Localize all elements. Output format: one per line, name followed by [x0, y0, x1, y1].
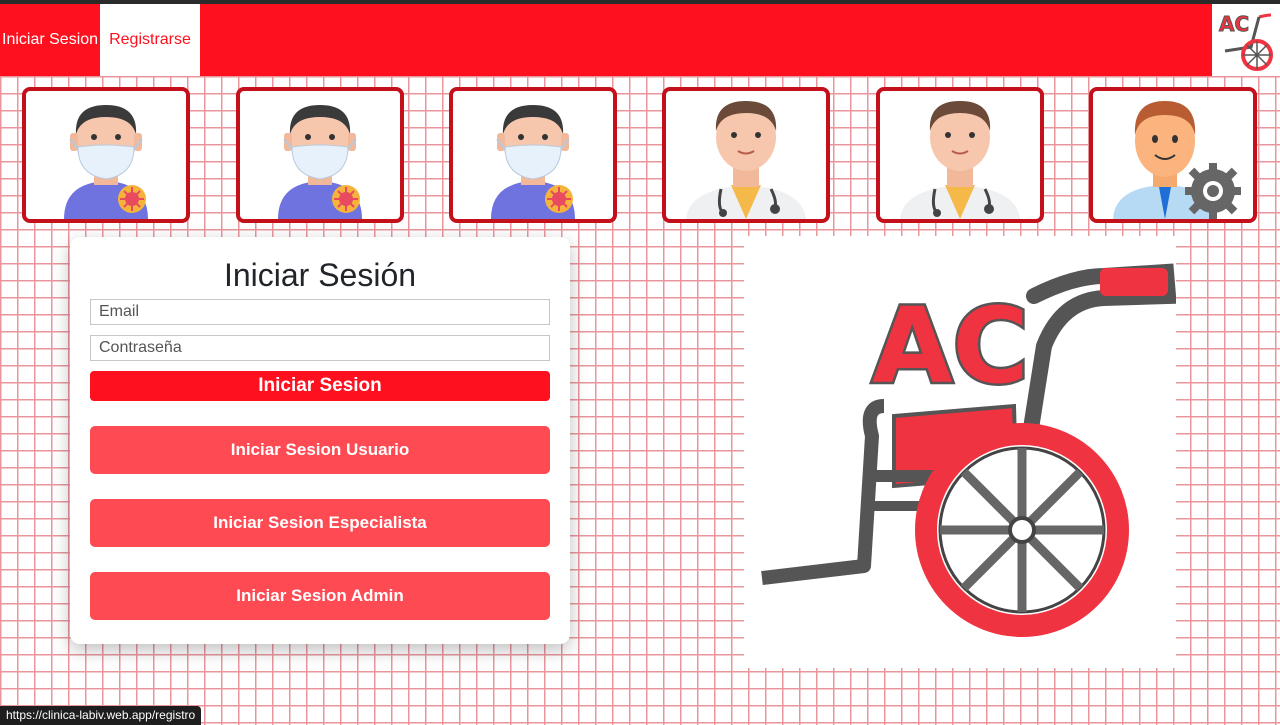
avatar-card-user-1[interactable] — [22, 87, 190, 223]
nav-logo[interactable]: AC — [1212, 4, 1280, 76]
admin-gear-icon — [1113, 101, 1241, 219]
navbar: Iniciar Sesion Registrarse AC — [0, 4, 1280, 76]
clinic-logo-panel: AC — [744, 236, 1177, 668]
login-submit-button[interactable]: Iniciar Sesion — [90, 371, 550, 401]
role-avatar-row — [0, 87, 1280, 223]
login-specialist-button[interactable]: Iniciar Sesion Especialista — [90, 499, 550, 547]
nav-logo-text: AC — [1219, 12, 1249, 36]
doctor-icon — [900, 101, 1020, 219]
password-field[interactable] — [90, 335, 550, 361]
status-bar-url: https://clinica-labiv.web.app/registro — [0, 706, 202, 725]
login-title: Iniciar Sesión — [223, 257, 417, 293]
avatar-card-specialist-2[interactable] — [876, 87, 1044, 223]
login-user-button[interactable]: Iniciar Sesion Usuario — [90, 426, 550, 474]
patient-mask-icon — [64, 105, 148, 219]
patient-mask-icon — [491, 105, 575, 219]
doctor-icon — [686, 101, 806, 219]
nav-login-link[interactable]: Iniciar Sesion — [0, 4, 100, 76]
logo-text: AC — [872, 285, 1029, 407]
avatar-card-admin[interactable] — [1089, 87, 1257, 223]
wheelchair-logo-icon: AC — [761, 263, 1177, 637]
avatar-card-user-3[interactable] — [449, 87, 617, 223]
nav-register-link[interactable]: Registrarse — [100, 4, 200, 76]
login-admin-button[interactable]: Iniciar Sesion Admin — [90, 572, 550, 620]
patient-mask-icon — [278, 105, 362, 219]
email-field[interactable] — [90, 299, 550, 325]
login-card: Iniciar Sesión Iniciar Sesion Iniciar Se… — [70, 237, 570, 644]
wheelchair-logo-icon: AC — [1219, 12, 1273, 71]
avatar-card-user-2[interactable] — [236, 87, 404, 223]
avatar-card-specialist-1[interactable] — [662, 87, 830, 223]
